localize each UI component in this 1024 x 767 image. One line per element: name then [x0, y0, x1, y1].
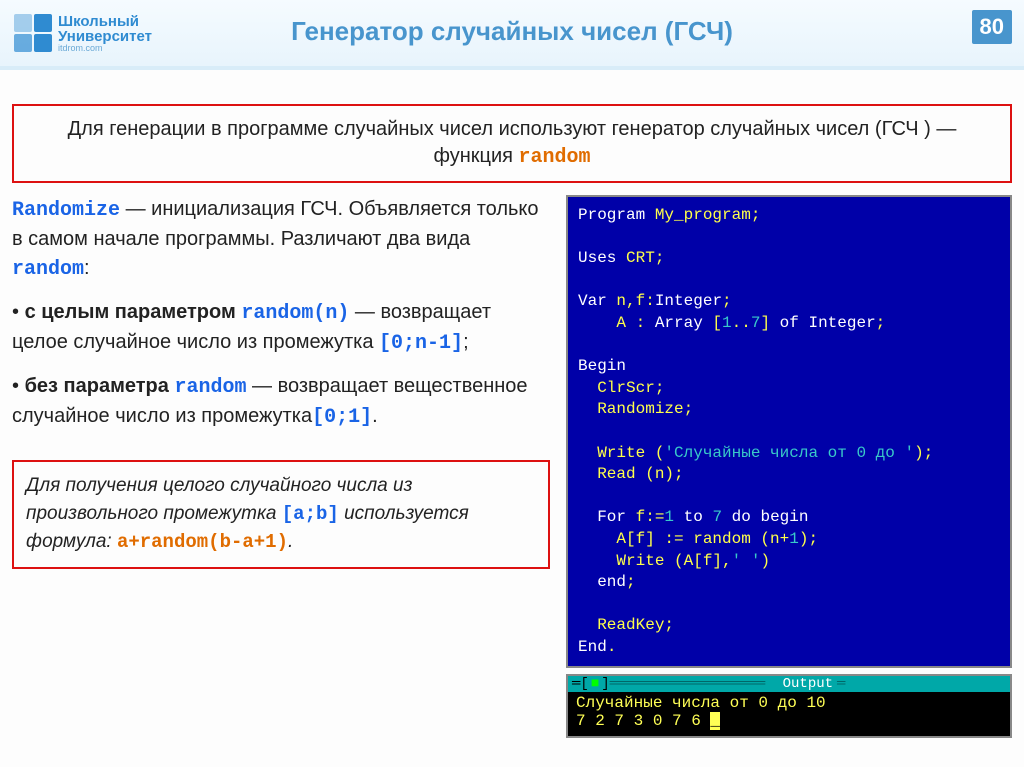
output-label: Output — [779, 676, 837, 692]
logo: Школьный Университет itdrom.com — [0, 14, 152, 53]
code-pane: Program My_program; Uses CRT; Var n,f:In… — [566, 195, 1012, 668]
logo-icon — [14, 14, 52, 52]
logo-sub: itdrom.com — [58, 44, 152, 53]
bullet-int-param: • с целым параметром random(n) — возвращ… — [12, 298, 550, 358]
page-number: 80 — [972, 10, 1012, 44]
slide-header: Школьный Университет itdrom.com Генерато… — [0, 0, 1024, 70]
explanation-column: Randomize — инициализация ГСЧ. Объявляет… — [12, 195, 550, 738]
intro-keyword: random — [519, 146, 591, 169]
intro-box: Для генерации в программе случайных чисе… — [12, 104, 1012, 183]
page-title: Генератор случайных чисел (ГСЧ) — [291, 16, 733, 47]
intro-text: Для генерации в программе случайных чисе… — [68, 118, 957, 167]
output-titlebar: ═[■] ════════════════════════ Output ═ — [568, 676, 1010, 692]
square-icon: ■ — [591, 676, 599, 692]
formula-box: Для получения целого случайного числа из… — [12, 460, 550, 569]
output-body: Случайные числа от 0 до 10 7 2 7 3 0 7 6… — [568, 692, 1010, 736]
bullet-no-param: • без параметра random — возвращает веще… — [12, 372, 550, 432]
para-randomize: Randomize — инициализация ГСЧ. Объявляет… — [12, 195, 550, 284]
logo-line2: Университет — [58, 29, 152, 44]
code-column: Program My_program; Uses CRT; Var n,f:In… — [566, 195, 1012, 738]
logo-line1: Школьный — [58, 14, 152, 29]
output-pane: ═[■] ════════════════════════ Output ═ С… — [566, 674, 1012, 738]
